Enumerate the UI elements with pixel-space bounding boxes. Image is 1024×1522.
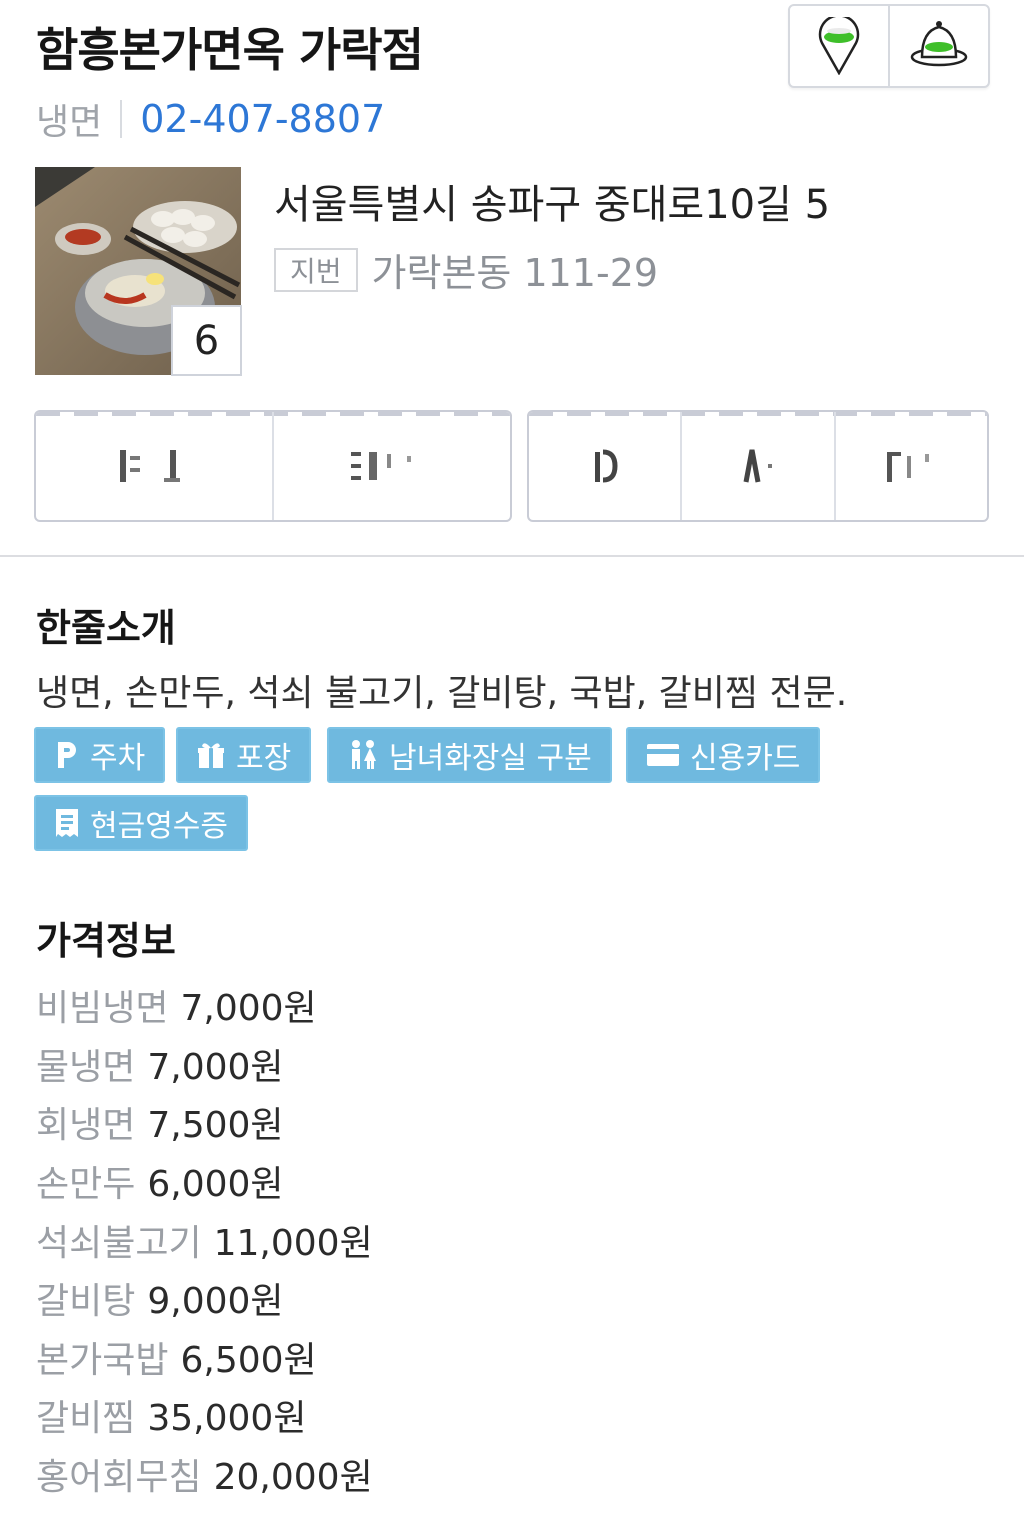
restroom-icon xyxy=(352,740,376,769)
amenity-label: 신용카드 xyxy=(690,741,801,776)
action-button-1[interactable] xyxy=(36,412,272,520)
price-row: 비빔냉면 7,000원 xyxy=(36,976,373,1035)
parking-icon xyxy=(58,742,76,768)
map-button-group xyxy=(788,4,990,88)
action-button-5[interactable] xyxy=(833,412,987,520)
price-row: 갈비탕 9,000원 xyxy=(36,1269,373,1328)
phone-link[interactable]: 02-407-8807 xyxy=(140,97,385,141)
price-row: 홍어회무침 20,000원 xyxy=(36,1445,373,1504)
amenity-label: 현금영수증 xyxy=(90,809,228,844)
lot-label-badge: 지번 xyxy=(274,247,358,292)
action-group-left xyxy=(34,410,512,522)
action-icon xyxy=(743,449,772,483)
street-view-button[interactable] xyxy=(888,6,988,86)
menu-item-name: 갈비탕 xyxy=(36,1281,136,1323)
action-button-2[interactable] xyxy=(272,412,510,520)
place-title: 함흥본가면옥 가락점 xyxy=(36,23,424,77)
map-pin-button[interactable] xyxy=(790,6,888,86)
map-pin-icon xyxy=(818,17,860,75)
menu-item-price: 20,000원 xyxy=(213,1457,373,1499)
menu-item-price: 7,000원 xyxy=(147,1046,284,1088)
action-icon xyxy=(594,449,618,483)
price-row: 본가국밥 6,500원 xyxy=(36,1328,373,1387)
road-address: 서울특별시 송파구 중대로10길 5 xyxy=(274,182,831,228)
action-icon xyxy=(120,450,180,482)
action-icon xyxy=(351,452,411,480)
price-row: 회냉면 7,500원 xyxy=(36,1093,373,1152)
menu-item-price: 6,000원 xyxy=(147,1164,284,1206)
amenity-tag-credit-card: 신용카드 xyxy=(626,727,821,783)
amenity-tag-restroom: 남녀화장실 구분 xyxy=(327,727,612,783)
menu-item-price: 7,500원 xyxy=(147,1105,284,1147)
price-row: 갈비찜 35,000원 xyxy=(36,1386,373,1445)
lot-address: 가락본동 111-29 xyxy=(371,251,659,295)
price-list: 비빔냉면 7,000원 물냉면 7,000원 회냉면 7,500원 손만두 6,… xyxy=(36,976,373,1503)
gift-icon xyxy=(198,743,224,768)
meta-divider xyxy=(120,100,123,138)
menu-item-name: 비빔냉면 xyxy=(36,988,169,1030)
menu-item-name: 홍어회무침 xyxy=(36,1457,202,1499)
intro-text: 냉면, 손만두, 석쇠 불고기, 갈비탕, 국밥, 갈비찜 전문. xyxy=(36,673,848,714)
category-label: 냉면 xyxy=(36,102,103,143)
photo-count-badge[interactable]: 6 xyxy=(171,305,242,376)
amenity-label: 포장 xyxy=(236,741,292,776)
amenity-tag-cash-receipt: 현금영수증 xyxy=(34,795,248,851)
action-icon xyxy=(887,452,930,482)
menu-item-name: 갈비찜 xyxy=(36,1398,136,1440)
action-button-4[interactable] xyxy=(680,412,833,520)
price-row: 석쇠불고기 11,000원 xyxy=(36,1210,373,1269)
amenity-tag-parking: 주차 xyxy=(34,727,166,783)
amenity-tag-takeout: 포장 xyxy=(176,727,312,783)
menu-item-name: 본가국밥 xyxy=(36,1339,169,1381)
price-row: 물냉면 7,000원 xyxy=(36,1035,373,1094)
action-group-right xyxy=(527,410,989,522)
menu-item-price: 6,500원 xyxy=(180,1339,317,1381)
lot-address-row: 지번 가락본동 111-29 xyxy=(274,242,658,297)
menu-item-name: 석쇠불고기 xyxy=(36,1222,202,1264)
menu-item-name: 손만두 xyxy=(36,1164,136,1206)
amenity-label: 주차 xyxy=(90,741,146,776)
price-section-title: 가격정보 xyxy=(36,919,176,963)
street-view-icon xyxy=(910,21,968,67)
intro-section-title: 한줄소개 xyxy=(36,606,176,650)
receipt-icon xyxy=(56,809,78,837)
menu-item-price: 11,000원 xyxy=(213,1222,373,1264)
menu-item-name: 회냉면 xyxy=(36,1105,136,1147)
section-divider xyxy=(0,555,1024,557)
price-row: 손만두 6,000원 xyxy=(36,1152,373,1211)
action-button-3[interactable] xyxy=(529,412,680,520)
menu-item-price: 9,000원 xyxy=(147,1281,284,1323)
menu-item-name: 물냉면 xyxy=(36,1046,136,1088)
menu-item-price: 7,000원 xyxy=(180,988,317,1030)
credit-card-icon xyxy=(647,744,679,766)
menu-item-price: 35,000원 xyxy=(147,1398,307,1440)
meta-row: 냉면 02-407-8807 xyxy=(36,96,385,143)
amenity-label: 남녀화장실 구분 xyxy=(389,741,592,776)
